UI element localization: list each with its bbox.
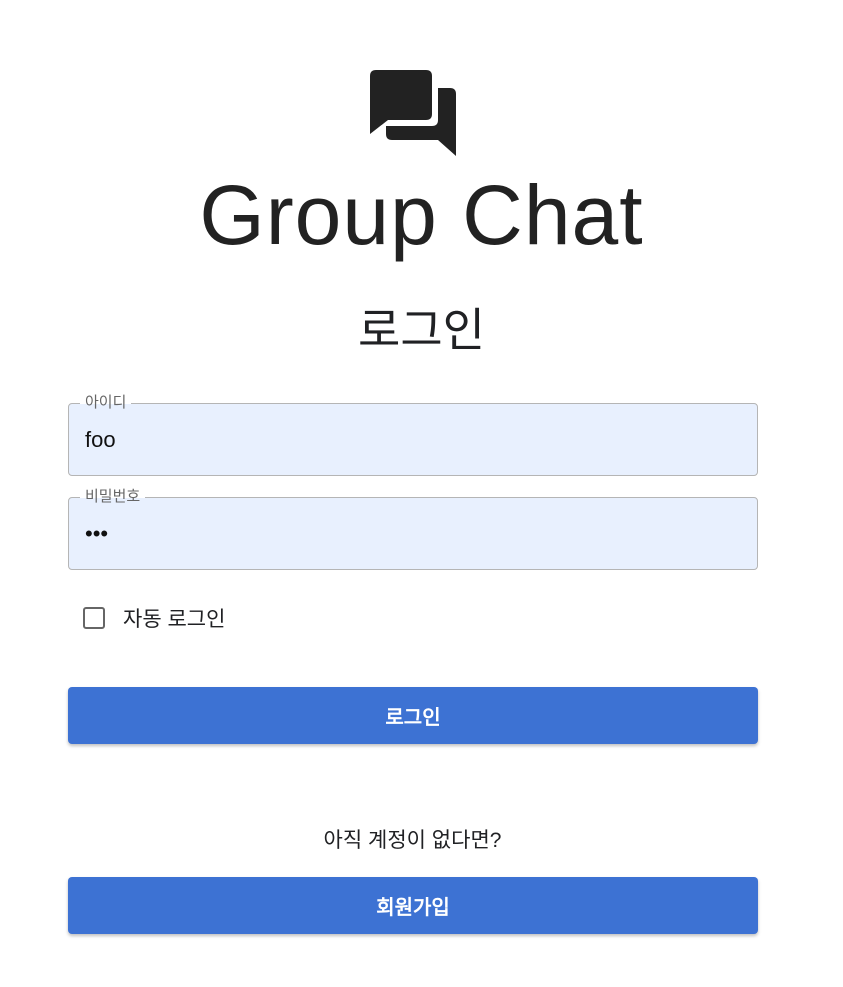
login-button[interactable]: 로그인 (68, 687, 758, 744)
username-field[interactable]: 아이디 (68, 394, 758, 476)
username-input[interactable] (85, 424, 735, 456)
signup-button[interactable]: 회원가입 (68, 877, 758, 934)
password-input[interactable] (85, 518, 735, 550)
auto-login-option[interactable]: 자동 로그인 (83, 602, 225, 634)
signup-prompt: 아직 계정이 없다면? (323, 829, 502, 852)
app-title: Group Chat (199, 168, 644, 262)
page-title: 로그인 (358, 304, 485, 356)
forum-icon (370, 70, 456, 156)
username-label: 아이디 (80, 394, 132, 412)
auto-login-label[interactable]: 자동 로그인 (123, 603, 225, 633)
auto-login-checkbox[interactable] (83, 607, 105, 629)
password-label: 비밀번호 (80, 488, 146, 506)
password-field[interactable]: 비밀번호 (68, 488, 758, 570)
